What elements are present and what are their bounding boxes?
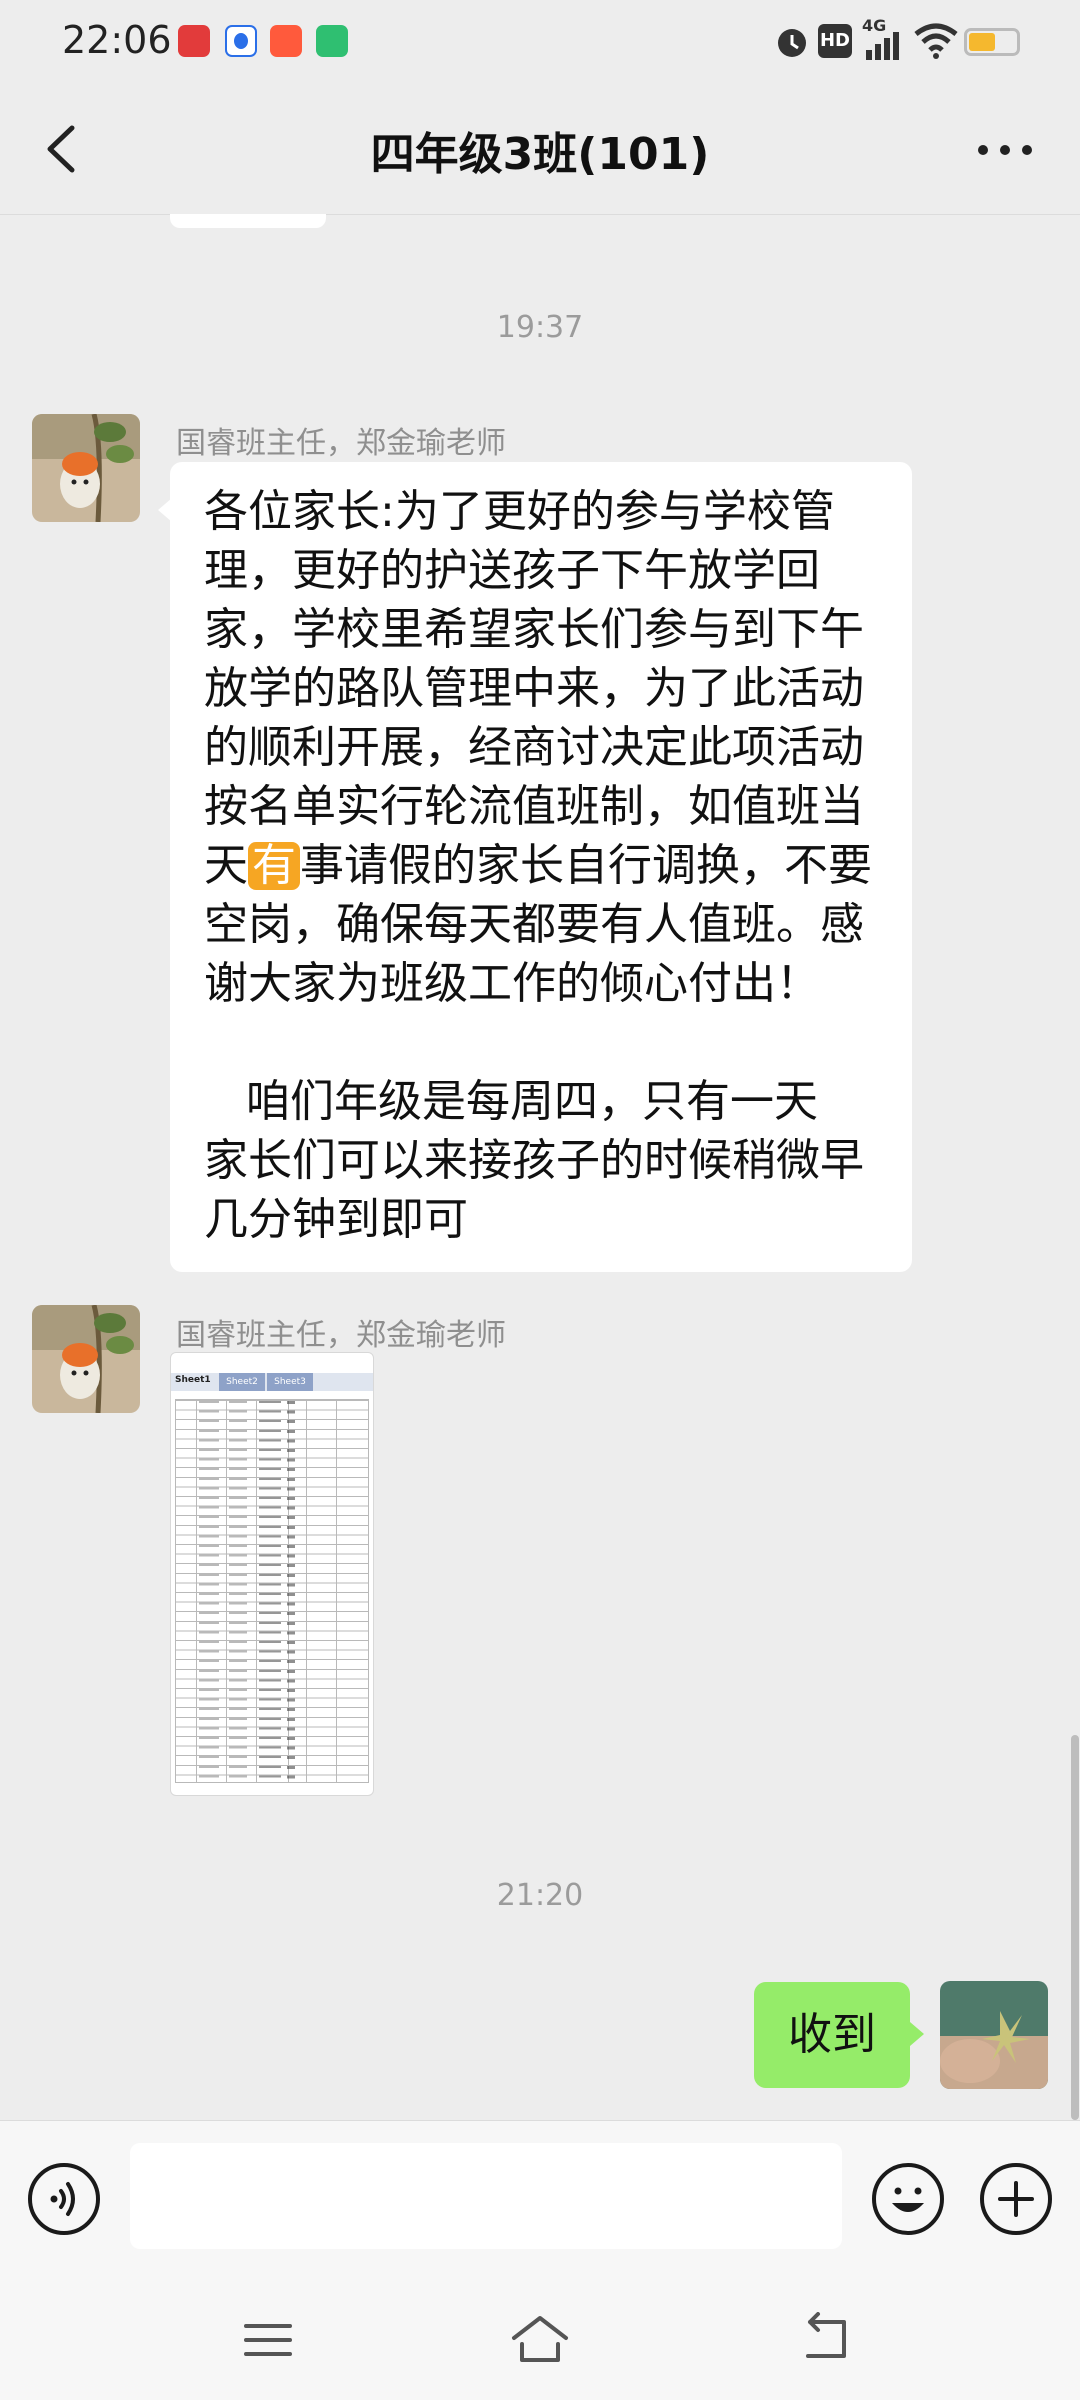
sheet-tab: Sheet2 bbox=[219, 1373, 265, 1391]
app-icon-1 bbox=[178, 25, 210, 57]
status-bar: 22:06 HD 4G bbox=[0, 0, 1080, 86]
alarm-icon bbox=[772, 22, 812, 62]
nav-back-button[interactable] bbox=[796, 2312, 852, 2364]
previous-message-bubble[interactable] bbox=[170, 214, 326, 228]
highlighted-word: 有 bbox=[248, 842, 300, 890]
message-line: 天有事请假的家长自行调换，不要 bbox=[204, 836, 878, 895]
message-line: 放学的路队管理中来，为了此活动 bbox=[204, 663, 864, 714]
sheet-cell-text bbox=[229, 1401, 247, 1781]
message-line: 空岗，确保每天都要有人值班。感 bbox=[204, 899, 864, 950]
plus-button[interactable] bbox=[980, 2163, 1052, 2235]
wifi-icon bbox=[914, 22, 958, 64]
message-text: 天 bbox=[204, 840, 248, 891]
input-bar bbox=[0, 2120, 1080, 2279]
sheet-cell-text bbox=[259, 1401, 281, 1781]
avatar[interactable] bbox=[32, 414, 140, 522]
app-icon-iqiyi bbox=[316, 25, 348, 57]
time-separator: 19:37 bbox=[496, 310, 584, 345]
message-input[interactable] bbox=[130, 2143, 842, 2249]
sheet-tab: Sheet3 bbox=[267, 1373, 313, 1391]
voice-button[interactable] bbox=[28, 2163, 100, 2235]
my-message-text: 收到 bbox=[788, 2009, 876, 2060]
my-avatar[interactable] bbox=[940, 1981, 1048, 2089]
emoji-icon bbox=[892, 2187, 924, 2212]
home-button[interactable] bbox=[508, 2310, 572, 2366]
status-time: 22:06 bbox=[62, 18, 172, 62]
chat-header: 四年级3班(101) bbox=[0, 86, 1080, 215]
message-text: 事请假的家长自行调换，不要 bbox=[300, 840, 872, 891]
message-line: 咱们年级是每周四，只有一天 bbox=[204, 1076, 818, 1127]
back-icon bbox=[806, 2312, 846, 2358]
message-line: 家，学校里希望家长们参与到下午 bbox=[204, 604, 864, 655]
app-icon-baidu bbox=[225, 25, 257, 57]
avatar-image bbox=[32, 414, 140, 522]
sender-name: 国睿班主任，郑金瑜老师 bbox=[176, 426, 506, 461]
message-line-blank bbox=[204, 1013, 878, 1072]
message-line: 按名单实行轮流值班制，如值班当 bbox=[204, 781, 864, 832]
more-dots-icon bbox=[978, 145, 1032, 155]
emoji-button[interactable] bbox=[872, 2163, 944, 2235]
scrollbar-thumb[interactable] bbox=[1071, 1735, 1079, 2120]
menu-button[interactable] bbox=[240, 2318, 296, 2362]
message-bubble[interactable]: 各位家长:为了更好的参与学校管 理，更好的护送孩子下午放学回 家，学校里希望家长… bbox=[170, 462, 912, 1272]
system-nav-bar bbox=[0, 2278, 1080, 2400]
network-label: 4G bbox=[862, 16, 887, 35]
message-line: 各位家长:为了更好的参与学校管 bbox=[204, 486, 835, 537]
app-icon-3 bbox=[270, 25, 302, 57]
time-separator: 21:20 bbox=[496, 1878, 584, 1913]
menu-icon bbox=[244, 2324, 292, 2356]
avatar-image bbox=[32, 1305, 140, 1413]
battery-level bbox=[969, 33, 995, 51]
message-line: 理，更好的护送孩子下午放学回 bbox=[204, 545, 820, 596]
my-message-bubble[interactable]: 收到 bbox=[754, 1982, 910, 2088]
home-icon bbox=[512, 2316, 568, 2362]
voice-icon bbox=[50, 2182, 75, 2216]
message-line: 谢大家为班级工作的倾心付出！ bbox=[204, 958, 820, 1009]
avatar[interactable] bbox=[32, 1305, 140, 1413]
more-button[interactable] bbox=[965, 122, 1045, 178]
sheet-cell-text bbox=[199, 1401, 219, 1781]
sheet-cell-text bbox=[287, 1401, 295, 1781]
battery-icon bbox=[964, 28, 1020, 56]
hd-badge: HD bbox=[818, 24, 852, 58]
chat-title: 四年级3班(101) bbox=[370, 129, 710, 180]
sheet-tab: Sheet1 bbox=[175, 1375, 211, 1385]
plus-icon bbox=[998, 2181, 1034, 2217]
message-line: 的顺利开展，经商讨决定此项活动 bbox=[204, 722, 864, 773]
sender-name: 国睿班主任，郑金瑜老师 bbox=[176, 1318, 506, 1353]
message-line: 家长们可以来接孩子的时候稍微早 bbox=[204, 1135, 864, 1186]
avatar-image bbox=[940, 1981, 1048, 2089]
spreadsheet-image-attachment[interactable]: Sheet1 Sheet2 Sheet3 bbox=[170, 1352, 374, 1796]
bubble-tail bbox=[910, 2022, 924, 2046]
message-line: 几分钟到即可 bbox=[204, 1194, 468, 1245]
